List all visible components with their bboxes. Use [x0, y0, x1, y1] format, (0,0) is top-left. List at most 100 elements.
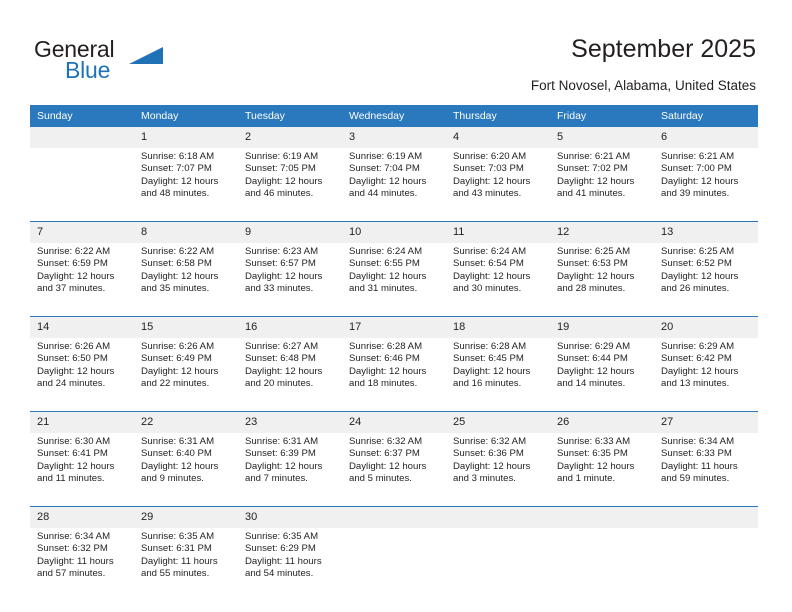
day-number: 5 [550, 127, 654, 148]
daylight-text-line2: and 35 minutes. [141, 282, 210, 294]
day-cell: Sunrise: 6:31 AM Sunset: 6:39 PM Dayligh… [238, 433, 342, 507]
daylight-text-line2: and 16 minutes. [453, 377, 522, 389]
sunrise-text: Sunrise: 6:23 AM [245, 246, 319, 257]
sunrise-text: Sunrise: 6:32 AM [453, 436, 527, 447]
sunrise-text: Sunrise: 6:35 AM [141, 531, 215, 542]
sunset-text: Sunset: 6:31 PM [141, 543, 212, 555]
day-number: 17 [342, 316, 446, 338]
day-cell: Sunrise: 6:22 AM Sunset: 6:59 PM Dayligh… [30, 243, 134, 317]
general-blue-logo: General Blue [34, 36, 224, 88]
daylight-text-line1: Daylight: 12 hours [661, 175, 739, 187]
sunset-text: Sunset: 6:52 PM [661, 258, 732, 270]
daylight-text-line1: Daylight: 12 hours [453, 365, 531, 377]
daylight-text-line1: Daylight: 12 hours [245, 270, 323, 282]
day-number: 18 [446, 316, 550, 338]
day-cell: Sunrise: 6:32 AM Sunset: 6:37 PM Dayligh… [342, 433, 446, 507]
day-cell: Sunrise: 6:29 AM Sunset: 6:42 PM Dayligh… [654, 338, 758, 412]
sunset-text: Sunset: 7:05 PM [245, 163, 316, 175]
daylight-text-line1: Daylight: 12 hours [453, 460, 531, 472]
sunset-text: Sunset: 6:40 PM [141, 448, 212, 460]
daylight-text-line2: and 31 minutes. [349, 282, 418, 294]
day-number: 16 [238, 316, 342, 338]
sunrise-text: Sunrise: 6:26 AM [141, 341, 215, 352]
week-2-details: Sunrise: 6:22 AM Sunset: 6:59 PM Dayligh… [30, 243, 758, 317]
day-cell: Sunrise: 6:30 AM Sunset: 6:41 PM Dayligh… [30, 433, 134, 507]
day-number [654, 506, 758, 528]
sunset-text: Sunset: 6:36 PM [453, 448, 524, 460]
day-cell: Sunrise: 6:33 AM Sunset: 6:35 PM Dayligh… [550, 433, 654, 507]
sunrise-text: Sunrise: 6:25 AM [557, 246, 631, 257]
day-number: 13 [654, 221, 758, 243]
sunset-text: Sunset: 6:55 PM [349, 258, 420, 270]
day-number: 9 [238, 221, 342, 243]
daylight-text-line2: and 57 minutes. [37, 567, 106, 579]
day-cell: Sunrise: 6:32 AM Sunset: 6:36 PM Dayligh… [446, 433, 550, 507]
daylight-text-line2: and 30 minutes. [453, 282, 522, 294]
daylight-text-line2: and 7 minutes. [245, 472, 308, 484]
sunrise-text: Sunrise: 6:22 AM [37, 246, 111, 257]
sunrise-text: Sunrise: 6:20 AM [453, 151, 527, 162]
sunset-text: Sunset: 6:32 PM [37, 543, 108, 555]
daylight-text-line2: and 24 minutes. [37, 377, 106, 389]
calendar-header-row: Sunday Monday Tuesday Wednesday Thursday… [30, 105, 758, 127]
day-number: 21 [30, 411, 134, 433]
sunrise-text: Sunrise: 6:18 AM [141, 151, 215, 162]
week-1-details: Sunrise: 6:18 AM Sunset: 7:07 PM Dayligh… [30, 148, 758, 222]
day-number [342, 506, 446, 528]
day-cell: Sunrise: 6:34 AM Sunset: 6:33 PM Dayligh… [654, 433, 758, 507]
sunrise-text: Sunrise: 6:29 AM [661, 341, 735, 352]
sunset-text: Sunset: 6:53 PM [557, 258, 628, 270]
daylight-text-line1: Daylight: 12 hours [141, 175, 219, 187]
sunrise-text: Sunrise: 6:24 AM [453, 246, 527, 257]
daylight-text-line1: Daylight: 11 hours [141, 555, 218, 567]
calendar-grid: Sunday Monday Tuesday Wednesday Thursday… [30, 105, 758, 601]
week-3-details: Sunrise: 6:26 AM Sunset: 6:50 PM Dayligh… [30, 338, 758, 412]
daylight-text-line2: and 3 minutes. [453, 472, 516, 484]
daylight-text-line2: and 28 minutes. [557, 282, 626, 294]
weekday-header-wednesday: Wednesday [342, 105, 446, 127]
day-number: 8 [134, 221, 238, 243]
week-1-daynumbers: 1 2 3 4 5 6 [30, 127, 758, 148]
sunset-text: Sunset: 6:48 PM [245, 353, 316, 365]
daylight-text-line2: and 41 minutes. [557, 187, 626, 199]
day-cell: Sunrise: 6:23 AM Sunset: 6:57 PM Dayligh… [238, 243, 342, 317]
day-cell: Sunrise: 6:19 AM Sunset: 7:04 PM Dayligh… [342, 148, 446, 222]
daylight-text-line1: Daylight: 12 hours [245, 365, 323, 377]
day-number: 6 [654, 127, 758, 148]
sunrise-text: Sunrise: 6:31 AM [141, 436, 215, 447]
sunset-text: Sunset: 6:39 PM [245, 448, 316, 460]
day-cell: Sunrise: 6:24 AM Sunset: 6:54 PM Dayligh… [446, 243, 550, 317]
page-title: September 2025 [571, 35, 756, 63]
weekday-header-monday: Monday [134, 105, 238, 127]
day-cell: Sunrise: 6:24 AM Sunset: 6:55 PM Dayligh… [342, 243, 446, 317]
day-cell [550, 528, 654, 601]
day-number: 23 [238, 411, 342, 433]
day-number: 22 [134, 411, 238, 433]
daylight-text-line1: Daylight: 12 hours [245, 460, 323, 472]
sunset-text: Sunset: 6:29 PM [245, 543, 316, 555]
sunrise-text: Sunrise: 6:24 AM [349, 246, 423, 257]
sunset-text: Sunset: 6:50 PM [37, 353, 108, 365]
sunrise-text: Sunrise: 6:32 AM [349, 436, 423, 447]
week-2-daynumbers: 7 8 9 10 11 12 13 [30, 221, 758, 243]
sunset-text: Sunset: 7:00 PM [661, 163, 732, 175]
daylight-text-line1: Daylight: 12 hours [349, 365, 427, 377]
day-number: 24 [342, 411, 446, 433]
daylight-text-line2: and 26 minutes. [661, 282, 730, 294]
calendar-body: 1 2 3 4 5 6 Sunrise: 6:18 AM Sunset: 7:0… [30, 127, 758, 601]
day-cell: Sunrise: 6:31 AM Sunset: 6:40 PM Dayligh… [134, 433, 238, 507]
daylight-text-line1: Daylight: 12 hours [557, 365, 635, 377]
day-number: 10 [342, 221, 446, 243]
day-cell: Sunrise: 6:26 AM Sunset: 6:50 PM Dayligh… [30, 338, 134, 412]
daylight-text-line2: and 14 minutes. [557, 377, 626, 389]
week-3-daynumbers: 14 15 16 17 18 19 20 [30, 316, 758, 338]
day-number: 28 [30, 506, 134, 528]
weekday-header-thursday: Thursday [446, 105, 550, 127]
day-cell: Sunrise: 6:28 AM Sunset: 6:45 PM Dayligh… [446, 338, 550, 412]
day-number: 27 [654, 411, 758, 433]
day-cell: Sunrise: 6:34 AM Sunset: 6:32 PM Dayligh… [30, 528, 134, 601]
sunset-text: Sunset: 6:42 PM [661, 353, 732, 365]
day-cell [30, 148, 134, 222]
daylight-text-line2: and 22 minutes. [141, 377, 210, 389]
sunrise-text: Sunrise: 6:28 AM [349, 341, 423, 352]
